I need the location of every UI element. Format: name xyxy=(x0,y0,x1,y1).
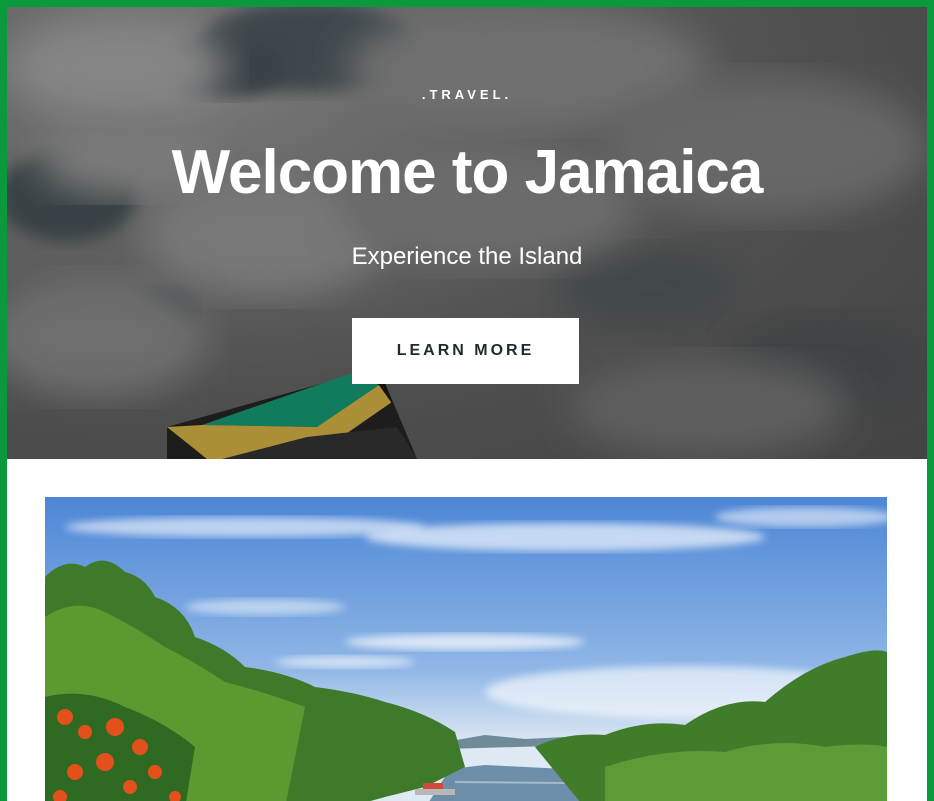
learn-more-button[interactable]: LEARN MORE xyxy=(352,318,579,384)
river-landscape-image xyxy=(45,497,887,801)
page-frame: .TRAVEL. Welcome to Jamaica Experience t… xyxy=(0,0,934,801)
river-landscape-photo xyxy=(45,497,887,801)
hero-kicker: .TRAVEL. xyxy=(421,87,513,102)
hero-section: .TRAVEL. Welcome to Jamaica Experience t… xyxy=(7,7,927,459)
hero-title: Welcome to Jamaica xyxy=(171,138,764,207)
hero-subtitle: Experience the Island xyxy=(351,243,583,270)
